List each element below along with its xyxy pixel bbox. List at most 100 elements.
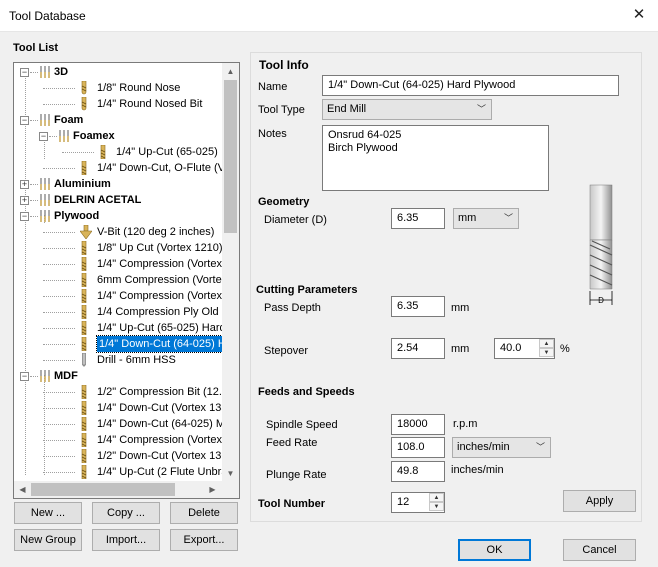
tree-connector xyxy=(43,280,75,281)
feed-rate-input[interactable]: 108.0 xyxy=(391,437,445,458)
copy-button[interactable]: Copy ... xyxy=(92,502,160,524)
tree-tool-row[interactable]: 1/4" Compression (Vortex Vipe xyxy=(14,288,223,304)
tree-tool-label: 1/4" Compression (Vortex Vipe xyxy=(97,434,223,446)
tree-tool-row[interactable]: 1/4" Up-Cut (2 Flute Unbrande xyxy=(14,464,223,480)
horizontal-scrollbar[interactable]: ◀ ▶ xyxy=(14,481,222,498)
collapse-icon[interactable]: − xyxy=(39,132,48,141)
tree-group-row[interactable]: − MDF xyxy=(14,368,223,384)
diameter-unit-select[interactable]: mm ﹀ xyxy=(453,208,519,229)
name-label: Name xyxy=(258,81,288,93)
spin-up-icon[interactable]: ▲ xyxy=(429,493,444,502)
endmill-icon xyxy=(80,400,94,416)
expand-icon[interactable]: + xyxy=(20,196,29,205)
tree-connector xyxy=(43,248,75,249)
horizontal-scroll-thumb[interactable] xyxy=(31,483,175,496)
collapse-icon[interactable]: − xyxy=(20,212,29,221)
vertical-scrollbar[interactable]: ▲ ▼ xyxy=(222,63,239,482)
tree-tool-row[interactable]: 6mm Compression (Vortex Vipe xyxy=(14,272,223,288)
tree-connector xyxy=(49,136,57,137)
tree-tool-label: 1/4" Round Nosed Bit xyxy=(97,98,203,110)
cancel-button[interactable]: Cancel xyxy=(563,539,636,561)
collapse-icon[interactable]: − xyxy=(20,372,29,381)
scroll-left-icon[interactable]: ◀ xyxy=(14,481,31,498)
tree-tool-row[interactable]: Drill - 6mm HSS xyxy=(14,352,223,368)
tree-connector xyxy=(43,104,75,105)
tree-connector xyxy=(43,440,75,441)
name-input[interactable]: 1/4" Down-Cut (64-025) Hard Plywood xyxy=(322,75,619,96)
tree-tool-row[interactable]: 1/4" Up-Cut (65-025) xyxy=(14,144,223,160)
tool-type-select[interactable]: End Mill ﹀ xyxy=(322,99,492,120)
tree-connector xyxy=(30,376,38,377)
tree-tool-row[interactable]: 1/8" Up Cut (Vortex 1210) xyxy=(14,240,223,256)
collapse-icon[interactable]: − xyxy=(20,68,29,77)
export-button[interactable]: Export... xyxy=(170,529,238,551)
tree-group-row[interactable]: − Plywood xyxy=(14,208,223,224)
feed-rate-unit-select[interactable]: inches/min ﹀ xyxy=(452,437,551,458)
tool-number-label: Tool Number xyxy=(258,498,326,510)
tree-tool-row[interactable]: 1/4" Down-Cut (64-025) Hard xyxy=(14,335,223,353)
scroll-corner xyxy=(222,481,239,498)
tree-connector xyxy=(30,120,38,121)
vertical-scroll-thumb[interactable] xyxy=(224,80,237,233)
scroll-right-icon[interactable]: ▶ xyxy=(204,481,221,498)
tree-tool-row[interactable]: V-Bit (120 deg 2 inches) xyxy=(14,224,223,240)
vbit-icon xyxy=(79,224,94,240)
tree-tool-row[interactable]: 1/4" Compression (Vortex Vipe xyxy=(14,256,223,272)
spindle-speed-input[interactable]: 18000 xyxy=(391,414,445,435)
plunge-rate-input[interactable]: 49.8 xyxy=(391,461,445,482)
scroll-down-icon[interactable]: ▼ xyxy=(222,465,239,482)
notes-textarea[interactable]: Onsrud 64-025 Birch Plywood xyxy=(322,125,549,191)
tree-group-row[interactable]: − 3D xyxy=(14,64,223,80)
collapse-icon[interactable]: − xyxy=(20,116,29,125)
tree-tool-label: 6mm Compression (Vortex Vipe xyxy=(97,274,223,286)
tree-tool-row[interactable]: 1/4" Down-Cut (Vortex 1330) xyxy=(14,400,223,416)
tree-tool-row[interactable]: 1/8" Round Nose xyxy=(14,80,223,96)
tree-tool-label: 1/2" Compression Bit (12.7mm xyxy=(97,386,223,398)
tree-group-row[interactable]: − Foam xyxy=(14,112,223,128)
pass-depth-input[interactable]: 6.35 xyxy=(391,296,445,317)
import-button[interactable]: Import... xyxy=(92,529,160,551)
tree-group-row[interactable]: + DELRIN ACETAL xyxy=(14,192,223,208)
tool-tree[interactable]: −3D 1/8" Round Nose 1/4" Round Nosed Bit − F… xyxy=(13,62,240,499)
stepover-percent-spinner[interactable]: ▲ ▼ xyxy=(539,339,554,357)
tree-group-label: Foam xyxy=(54,114,84,126)
tree-connector xyxy=(43,392,75,393)
ok-button[interactable]: OK xyxy=(458,539,531,561)
scroll-up-icon[interactable]: ▲ xyxy=(222,63,239,80)
tree-tool-row[interactable]: 1/2" Down-Cut (Vortex 1360) xyxy=(14,448,223,464)
tool-number-spinner[interactable]: ▲ ▼ xyxy=(429,493,444,511)
tree-tool-row[interactable]: 1/4" Down-Cut (64-025) MDF xyxy=(14,416,223,432)
spindle-speed-label: Spindle Speed xyxy=(266,419,338,431)
tree-tool-row[interactable]: 1/4" Compression (Vortex Vipe xyxy=(14,432,223,448)
tool-group-icon xyxy=(38,370,52,383)
stepover-input[interactable]: 2.54 xyxy=(391,338,445,359)
close-icon[interactable]: ✕ xyxy=(626,4,652,26)
new-group-button[interactable]: New Group xyxy=(14,529,82,551)
tree-tool-row[interactable]: 1/4 Compression Ply Old xyxy=(14,304,223,320)
endmill-icon xyxy=(80,464,94,480)
tree-group-row[interactable]: + Aluminium xyxy=(14,176,223,192)
tree-tool-row[interactable]: 1/4" Round Nosed Bit xyxy=(14,96,223,112)
tool-group-icon xyxy=(38,178,52,191)
tree-connector xyxy=(30,72,38,73)
tree-tool-row[interactable]: 1/2" Compression Bit (12.7mm xyxy=(14,384,223,400)
new-button[interactable]: New ... xyxy=(14,502,82,524)
diameter-input[interactable]: 6.35 xyxy=(391,208,445,229)
expand-icon[interactable]: + xyxy=(20,180,29,189)
delete-button[interactable]: Delete xyxy=(170,502,238,524)
tree-tool-row[interactable]: 1/4" Up-Cut (65-025) Hard Ply xyxy=(14,320,223,336)
tree-tool-label: 1/4" Compression (Vortex Vipe xyxy=(97,290,223,302)
tree-connector xyxy=(43,232,75,233)
tree-connector xyxy=(43,472,75,473)
spin-down-icon[interactable]: ▼ xyxy=(539,348,554,357)
tree-tool-row[interactable]: 1/4" Down-Cut, O-Flute (Vortex xyxy=(14,160,223,176)
tree-connector xyxy=(43,168,75,169)
spin-up-icon[interactable]: ▲ xyxy=(539,339,554,348)
tree-connector xyxy=(43,424,75,425)
apply-button[interactable]: Apply xyxy=(563,490,636,512)
end-mill-diagram-icon: D xyxy=(589,184,613,305)
tree-group-row[interactable]: − Foamex xyxy=(14,128,223,144)
spin-down-icon[interactable]: ▼ xyxy=(429,502,444,511)
tree-group-label: Plywood xyxy=(54,210,100,222)
endmill-icon xyxy=(80,448,94,464)
